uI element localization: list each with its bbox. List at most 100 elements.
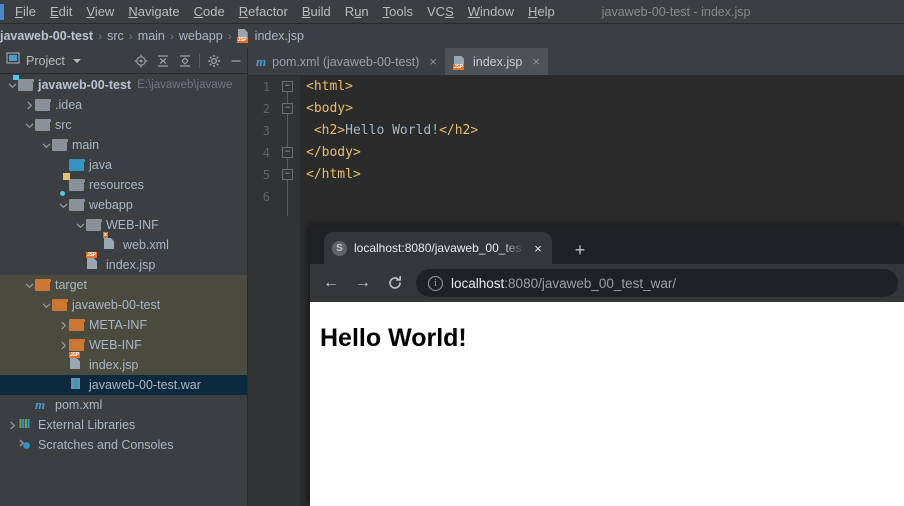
menu-item-view[interactable]: View — [79, 0, 121, 24]
maven-file-icon: m — [35, 397, 46, 412]
close-icon[interactable]: × — [532, 241, 544, 256]
tree-item-webapp[interactable]: webapp — [0, 191, 247, 215]
project-tree[interactable]: javaweb-00-test E:\javaweb\javawe .idea src… — [0, 75, 247, 506]
fold-collapse-icon[interactable]: − — [282, 169, 293, 180]
tree-item-resources[interactable]: resources — [0, 173, 247, 195]
browser-tab[interactable]: localhost:8080/javaweb_00_tes × — [324, 232, 552, 264]
project-tool-window: Project javaweb-00-test E:\javaweb\javawe… — [0, 48, 248, 506]
tree-item-external-libraries[interactable]: External Libraries — [0, 415, 247, 435]
breadcrumb-item-project[interactable]: javaweb-00-test — [0, 29, 93, 43]
menu-item-file[interactable]: File — [8, 0, 43, 24]
tree-item-web-inf[interactable]: WEB-INF — [0, 215, 247, 235]
browser-tab-strip: localhost:8080/javaweb_00_tes × + — [310, 226, 904, 264]
code-line: <h2>Hello World!</h2> — [306, 120, 904, 142]
editor-gutter[interactable]: 1 2 3 4 5 6 − − − − — [248, 76, 300, 506]
breadcrumb-item-webapp[interactable]: webapp — [179, 29, 223, 43]
menu-item-build[interactable]: Build — [295, 0, 338, 24]
fold-collapse-icon[interactable]: − — [282, 147, 293, 158]
chevron-down-icon[interactable] — [23, 119, 35, 131]
chevron-right-icon[interactable] — [23, 99, 35, 111]
fold-collapse-icon[interactable]: − — [282, 103, 293, 114]
back-button[interactable]: ← — [316, 268, 346, 298]
tree-item-idea[interactable]: .idea — [0, 95, 247, 115]
close-icon[interactable]: × — [429, 54, 437, 69]
tree-item-label: javaweb-00-test — [38, 78, 132, 92]
menu-item-run[interactable]: Run — [338, 0, 376, 24]
chevron-down-icon[interactable] — [40, 139, 52, 151]
new-tab-button[interactable]: + — [568, 238, 592, 262]
tree-item-javaweb-00-test[interactable]: javaweb-00-test — [0, 295, 247, 315]
chevron-right-icon[interactable] — [57, 319, 69, 331]
tree-item-javaweb-00-test-war[interactable]: javaweb-00-test.war — [0, 375, 247, 395]
fold-collapse-icon[interactable]: − — [282, 81, 293, 92]
tree-item-index-jsp[interactable]: JSP index.jsp — [0, 352, 247, 375]
excluded-folder-icon — [35, 277, 51, 293]
menu-item-window[interactable]: Window — [461, 0, 521, 24]
project-window-icon — [6, 51, 20, 70]
tree-item-web-inf[interactable]: WEB-INF — [0, 335, 247, 355]
address-bar[interactable]: i localhost:8080/javaweb_00_test_war/ — [416, 269, 898, 297]
chevron-down-icon[interactable] — [74, 219, 86, 231]
tree-item-index-jsp[interactable]: JSP index.jsp — [0, 252, 247, 275]
project-panel-title: Project — [26, 53, 65, 68]
chevron-right-icon[interactable] — [57, 339, 69, 351]
external-libraries-icon — [18, 417, 34, 433]
tree-item-java[interactable]: java — [0, 155, 247, 175]
collapse-all-icon[interactable] — [174, 50, 196, 72]
tree-item-scratches-and-consoles[interactable]: Scratches and Consoles — [0, 435, 247, 455]
chevron-down-icon[interactable] — [6, 79, 18, 91]
tree-arrow-spacer — [74, 259, 86, 271]
tree-item-label: src — [55, 118, 72, 132]
tree-item-label: index.jsp — [89, 358, 139, 372]
tree-item-label: META-INF — [89, 318, 148, 332]
reload-button[interactable] — [380, 268, 410, 298]
chevron-down-icon[interactable] — [57, 199, 69, 211]
locate-icon[interactable] — [130, 50, 152, 72]
tree-item-label: resources — [89, 178, 144, 192]
menu-item-navigate[interactable]: Navigate — [121, 0, 186, 24]
tree-arrow-spacer — [23, 399, 35, 411]
settings-gear-icon[interactable] — [203, 50, 225, 72]
editor-tab-pom-xml[interactable]: m pom.xml (javaweb-00-test) × — [248, 48, 445, 75]
tree-arrow-spacer — [57, 179, 69, 191]
folder-icon — [35, 117, 51, 133]
forward-button[interactable]: → — [348, 268, 378, 298]
tree-item-pom-xml[interactable]: m pom.xml — [0, 395, 247, 415]
tree-item-web-xml[interactable]: x web.xml — [0, 232, 247, 255]
breadcrumb-item-main[interactable]: main — [138, 29, 165, 43]
menu-item-help[interactable]: Help — [521, 0, 562, 24]
tree-item-main[interactable]: main — [0, 135, 247, 155]
tree-item-label: javaweb-00-test.war — [89, 378, 201, 392]
chevron-down-icon[interactable] — [40, 299, 52, 311]
breadcrumb-item-index-jsp[interactable]: index.jsp — [255, 29, 304, 43]
chevron-right-icon[interactable] — [6, 419, 18, 431]
tree-item-meta-inf[interactable]: META-INF — [0, 315, 247, 335]
ide-menu-bar: File Edit View Navigate Code Refactor Bu… — [0, 0, 904, 24]
tree-item-target[interactable]: target — [0, 275, 247, 295]
webapp-folder-icon — [60, 191, 85, 213]
menu-item-vcs[interactable]: VCS — [420, 0, 461, 24]
excluded-folder-icon — [69, 337, 85, 353]
tree-item-path: E:\javaweb\javawe — [137, 79, 233, 91]
breadcrumb-item-src[interactable]: src — [107, 29, 124, 43]
code-line: <html> — [306, 76, 904, 98]
close-icon[interactable]: × — [532, 54, 540, 69]
code-folding-rail[interactable]: − − − − — [282, 76, 294, 506]
menu-item-tools[interactable]: Tools — [376, 0, 420, 24]
chevron-down-icon[interactable] — [72, 58, 81, 63]
code-line: <body> — [306, 98, 904, 120]
tree-item-src[interactable]: src — [0, 115, 247, 135]
menu-item-code[interactable]: Code — [187, 0, 232, 24]
tree-item-label: webapp — [89, 198, 133, 212]
editor-tab-index-jsp[interactable]: JSP index.jsp × — [444, 48, 548, 75]
hide-panel-icon[interactable] — [225, 50, 247, 72]
chevron-down-icon[interactable] — [23, 279, 35, 291]
site-info-icon[interactable]: i — [428, 275, 443, 291]
tree-item-javaweb-00-test[interactable]: javaweb-00-test E:\javaweb\javawe — [0, 75, 247, 95]
menu-item-edit[interactable]: Edit — [43, 0, 79, 24]
expand-all-icon[interactable] — [152, 50, 174, 72]
project-panel-header: Project — [0, 48, 247, 74]
chrome-browser-window[interactable]: localhost:8080/javaweb_00_tes × + ← → i … — [310, 226, 904, 506]
menu-item-refactor[interactable]: Refactor — [232, 0, 295, 24]
